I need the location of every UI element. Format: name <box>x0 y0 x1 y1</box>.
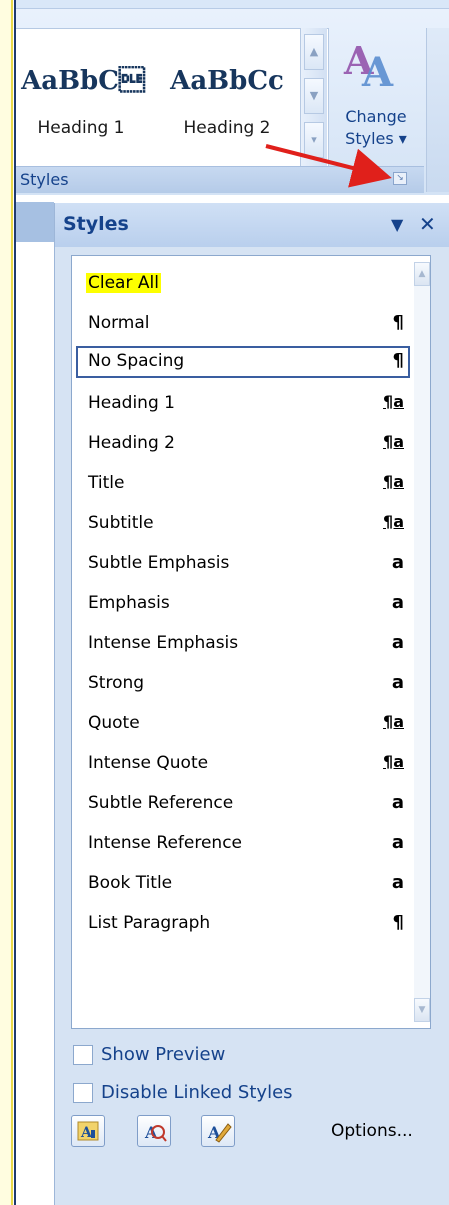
document-edge <box>0 0 13 1205</box>
style-row[interactable]: Book Title a <box>76 868 410 900</box>
style-label: Title <box>88 473 125 493</box>
character-style-icon: a <box>391 632 404 653</box>
style-tile-label: Heading 1 <box>37 118 125 138</box>
styles-pane: Styles ▼ ✕ ▲ ▼ Clear All Normal ¶ No Spa… <box>54 203 449 1205</box>
style-label: No Spacing <box>88 351 185 371</box>
style-tile-heading-1[interactable]: AaBbC Heading 1 <box>16 36 158 148</box>
style-row[interactable]: List Paragraph ¶ <box>76 908 410 940</box>
character-style-icon: a <box>391 872 404 893</box>
style-tile-heading-2[interactable]: AaBbCc Heading 2 <box>156 36 298 148</box>
style-row[interactable]: Intense Emphasis a <box>76 628 410 660</box>
character-style-icon: a <box>391 672 404 693</box>
style-sample: AaBbC <box>21 66 145 96</box>
style-label: Quote <box>88 713 140 733</box>
styles-list-scrollbar[interactable]: ▲ ▼ <box>414 262 430 1022</box>
style-label: Book Title <box>88 873 173 893</box>
new-style-button[interactable]: A <box>71 1115 105 1147</box>
character-style-icon: a <box>391 592 404 613</box>
style-label: Subtitle <box>88 513 154 533</box>
manage-styles-icon: A <box>207 1123 232 1143</box>
style-row-selected[interactable]: No Spacing ¶ <box>76 346 410 378</box>
show-preview-label: Show Preview <box>101 1044 226 1065</box>
style-row[interactable]: Subtle Reference a <box>76 788 410 820</box>
character-style-icon: a <box>391 792 404 813</box>
ribbon-top-edge <box>16 0 449 9</box>
style-inspector-icon: A <box>144 1123 167 1142</box>
style-row[interactable]: Quote ¶a <box>76 708 410 740</box>
svg-text:A: A <box>361 49 394 92</box>
document-area <box>16 195 54 1205</box>
show-preview-checkbox[interactable] <box>73 1045 93 1065</box>
style-row[interactable]: Intense Reference a <box>76 828 410 860</box>
style-label: List Paragraph <box>88 913 211 933</box>
style-label: Strong <box>88 673 145 693</box>
scroll-down-icon[interactable]: ▼ <box>414 998 430 1022</box>
style-row[interactable]: Heading 2 ¶a <box>76 428 410 460</box>
styles-pane-titlebar: Styles ▼ ✕ <box>55 203 449 247</box>
style-row[interactable]: Strong a <box>76 668 410 700</box>
style-label: Heading 2 <box>88 433 175 453</box>
disable-linked-styles-label: Disable Linked Styles <box>101 1082 293 1103</box>
character-style-icon: a <box>391 832 404 853</box>
scroll-up-icon[interactable]: ▲ <box>414 262 430 286</box>
style-row[interactable]: Normal ¶ <box>76 308 410 340</box>
paragraph-style-icon: ¶ <box>392 312 404 333</box>
new-style-icon: A <box>77 1121 99 1141</box>
styles-list: ▲ ▼ Clear All Normal ¶ No Spacing ¶ Head… <box>71 255 431 1029</box>
paragraph-style-icon: ¶ <box>392 350 404 371</box>
options-link[interactable]: Options... <box>331 1121 413 1141</box>
linked-style-icon: ¶a <box>383 752 404 771</box>
style-row[interactable]: Subtle Emphasis a <box>76 548 410 580</box>
linked-style-icon: ¶a <box>383 392 404 411</box>
gallery-down-button[interactable]: ▼ <box>304 78 324 114</box>
disable-linked-styles-checkbox[interactable] <box>73 1083 93 1103</box>
style-label: Intense Quote <box>88 753 209 773</box>
ribbon-next-group <box>426 28 449 192</box>
style-row[interactable]: Emphasis a <box>76 588 410 620</box>
style-label: Subtle Emphasis <box>88 553 230 573</box>
red-arrow-annotation <box>265 144 392 188</box>
style-label: Intense Emphasis <box>88 633 239 653</box>
style-row[interactable]: Title ¶a <box>76 468 410 500</box>
document-ruler-strip <box>16 202 54 242</box>
gallery-up-button[interactable]: ▲ <box>304 34 324 70</box>
linked-style-icon: ¶a <box>383 712 404 731</box>
style-label: Clear All <box>86 273 161 293</box>
style-row[interactable]: Subtitle ¶a <box>76 508 410 540</box>
style-row-clear-all[interactable]: Clear All <box>76 268 410 300</box>
pane-menu-icon[interactable]: ▼ <box>391 215 403 234</box>
style-row[interactable]: Intense Quote ¶a <box>76 748 410 780</box>
style-label: Intense Reference <box>88 833 243 853</box>
linked-style-icon: ¶a <box>383 432 404 451</box>
change-styles-line1: Change <box>345 107 407 126</box>
styles-group-label: Styles <box>20 170 69 189</box>
styles-pane-title: Styles <box>63 213 129 235</box>
paragraph-style-icon: ¶ <box>392 912 404 933</box>
pane-close-icon[interactable]: ✕ <box>419 212 436 236</box>
style-tile-label: Heading 2 <box>183 118 271 138</box>
change-styles-icon: A A <box>343 38 394 92</box>
manage-styles-button[interactable]: A <box>201 1115 235 1147</box>
style-inspector-button[interactable]: A <box>137 1115 171 1147</box>
linked-style-icon: ¶a <box>383 512 404 531</box>
style-row[interactable]: Heading 1 ¶a <box>76 388 410 420</box>
style-label: Normal <box>88 313 150 333</box>
linked-style-icon: ¶a <box>383 472 404 491</box>
style-label: Heading 1 <box>88 393 175 413</box>
style-label: Emphasis <box>88 593 170 613</box>
style-sample: AaBbCc <box>170 66 284 96</box>
style-label: Subtle Reference <box>88 793 234 813</box>
character-style-icon: a <box>391 552 404 573</box>
